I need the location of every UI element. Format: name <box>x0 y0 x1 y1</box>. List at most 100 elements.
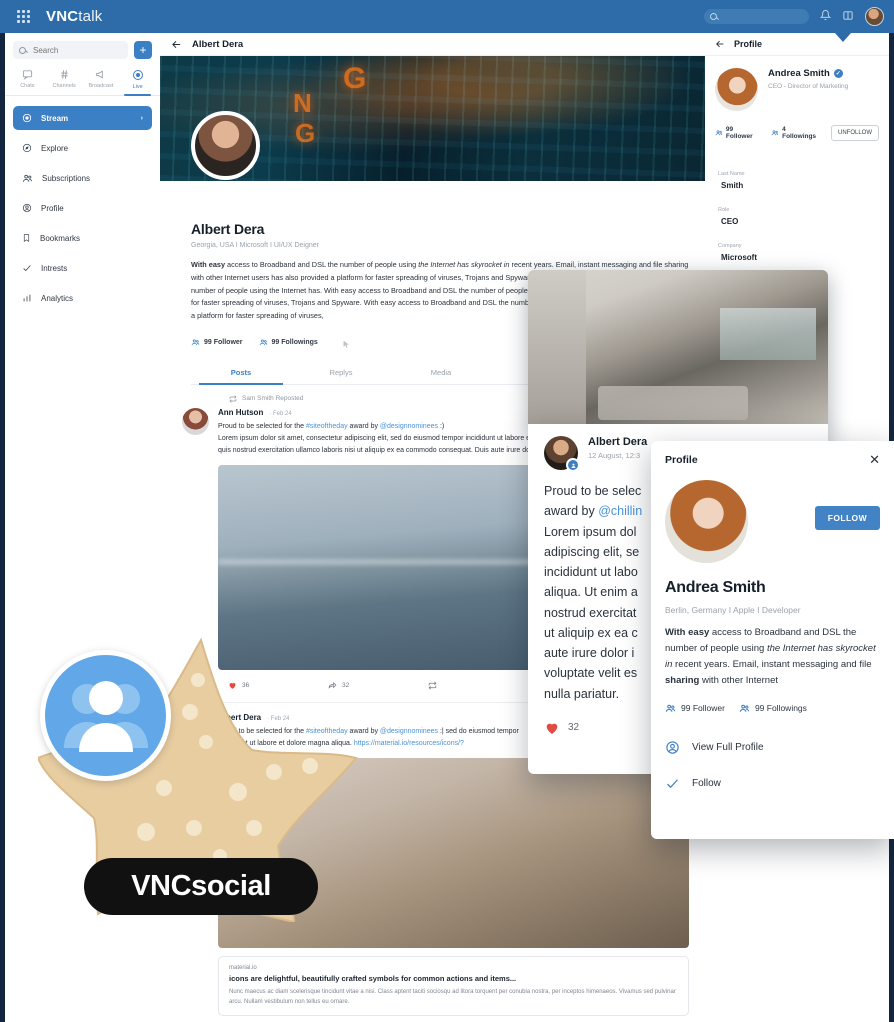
search-input[interactable] <box>31 44 122 56</box>
add-button[interactable]: + <box>134 41 152 59</box>
sidebar-item-subscriptions[interactable]: Subscriptions <box>13 166 152 190</box>
sidebar-item-analytics[interactable]: Analytics <box>13 286 152 310</box>
avatar[interactable] <box>715 68 758 111</box>
hashtag-link[interactable]: #siteoftheday <box>306 728 348 735</box>
arrow-left-icon[interactable] <box>171 39 182 50</box>
field-label: Last Name <box>718 171 745 177</box>
tab-replys[interactable]: Replys <box>291 362 391 384</box>
mention-link[interactable]: @chillin <box>598 504 642 518</box>
user-badge-icon <box>566 458 580 472</box>
post-author[interactable]: Albert Dera <box>218 713 261 722</box>
mention-link[interactable]: @designnominees <box>380 423 438 430</box>
follow-button[interactable]: FOLLOW <box>814 506 880 530</box>
stream-icon <box>22 113 32 123</box>
tab-posts[interactable]: Posts <box>191 362 291 385</box>
post-text-line: nulla pariatur. <box>544 686 620 701</box>
external-link[interactable]: https://material.io/resources/icons/? <box>354 740 464 747</box>
bio-part-3: with other Internet <box>699 674 778 686</box>
post-avatar[interactable] <box>182 407 209 435</box>
user-avatar[interactable] <box>865 7 884 26</box>
layout-panel-icon[interactable] <box>842 8 854 26</box>
profile-popup-bio: With easy access to Broadband and DSL th… <box>665 625 880 689</box>
people-icon <box>715 130 723 136</box>
people-icon <box>191 339 200 345</box>
hash-icon <box>60 70 68 79</box>
bell-icon[interactable] <box>819 8 832 26</box>
segtab-chats[interactable]: Chats <box>9 65 46 95</box>
top-bar: VNCtalk <box>0 0 894 33</box>
field-role: Role CEO <box>718 207 879 226</box>
followings-stat[interactable]: 99 Followings <box>259 338 318 347</box>
share-action[interactable]: 32 <box>328 681 428 690</box>
mouse-cursor-icon <box>342 337 351 348</box>
followers-stat[interactable]: 99 Follower <box>191 338 243 347</box>
right-panel-header: Profile <box>705 33 889 56</box>
segtab-broadcast[interactable]: Broadcast <box>83 65 120 95</box>
live-icon <box>132 70 143 80</box>
unfollow-button[interactable]: UNFOLLOW <box>830 125 879 141</box>
menu-item-view-full-profile[interactable]: View Full Profile <box>665 730 880 766</box>
post-text-part: Proud to be selected for the <box>218 727 306 735</box>
link-description: Nunc maecus ac diam scelerisque tincidun… <box>229 988 676 1006</box>
sidebar-item-label: Explore <box>41 143 69 153</box>
avatar[interactable] <box>544 436 580 472</box>
search-input-wrap[interactable] <box>13 41 128 59</box>
followers-stat[interactable]: 99 Follower <box>715 126 761 140</box>
post-text-line: aute irure dolor i <box>544 646 635 660</box>
people-icon <box>259 339 267 345</box>
global-search-input[interactable] <box>704 9 809 24</box>
like-action[interactable]: 32 <box>544 720 654 736</box>
sidebar-item-intrests[interactable]: Intrests <box>13 256 152 280</box>
segtab-channels[interactable]: Channels <box>46 65 83 95</box>
right-panel-fields: Last Name Smith Role CEO Company Microso… <box>705 141 889 262</box>
arrow-left-icon[interactable] <box>715 39 725 49</box>
post-text-line: award by <box>544 504 599 519</box>
apps-grid-icon[interactable] <box>8 10 38 23</box>
segtab-label: Broadcast <box>88 83 114 89</box>
post-text-line: voluptate velit es <box>544 666 638 681</box>
segtab-label: Live <box>132 84 143 90</box>
user-role: CEO - Director of Marketing <box>768 83 849 90</box>
profile-popup-title: Profile <box>665 453 698 466</box>
field-company: Company Microsoft <box>718 243 879 262</box>
heart-icon <box>229 682 236 689</box>
sidebar-item-label: Subscriptions <box>42 173 91 183</box>
post-popup-image[interactable] <box>528 270 828 430</box>
followers-stat[interactable]: 99 Follower <box>665 703 725 714</box>
post-avatar[interactable] <box>182 712 209 740</box>
bio-part-2: recent years. Email, instant messaging a… <box>672 658 872 670</box>
tab-media[interactable]: Media <box>391 362 491 384</box>
followings-stat[interactable]: 4 Followings <box>771 126 821 140</box>
segtab-live[interactable]: Live <box>119 65 156 96</box>
like-action[interactable]: 36 <box>228 681 328 690</box>
menu-item-follow[interactable]: Follow <box>665 766 880 802</box>
profile-popup-menu: View Full Profile Follow <box>665 730 880 802</box>
post-media-image[interactable] <box>218 757 689 948</box>
compass-icon <box>22 143 32 153</box>
sidebar-item-bookmarks[interactable]: Bookmarks <box>13 226 152 250</box>
vncsocial-label: VNCsocial <box>84 858 318 915</box>
field-value: CEO <box>721 217 739 226</box>
repost-action[interactable] <box>428 681 528 690</box>
dropdown-caret <box>835 33 851 42</box>
bookmark-icon <box>23 234 30 243</box>
followings-stat[interactable]: 99 Followings <box>739 703 807 714</box>
sidebar-item-stream[interactable]: Stream › <box>13 106 152 130</box>
search-icon <box>710 13 717 20</box>
user-name-text: Andrea Smith <box>768 68 830 79</box>
sidebar-item-explore[interactable]: Explore <box>13 136 152 160</box>
sidebar-item-profile[interactable]: Profile <box>13 196 152 220</box>
post-author: Albert Dera <box>588 436 648 448</box>
close-icon[interactable]: ✕ <box>869 453 880 466</box>
avatar[interactable] <box>191 111 260 180</box>
hashtag-link[interactable]: #siteoftheday <box>306 423 348 430</box>
link-preview-card[interactable]: material.io icons are delightful, beauti… <box>218 955 689 1017</box>
main-header: Albert Dera <box>160 33 706 56</box>
page-title: Albert Dera <box>192 38 244 50</box>
people-group-icon <box>40 650 171 781</box>
avatar[interactable] <box>665 480 748 563</box>
mention-link[interactable]: @designnominees <box>380 728 438 735</box>
repost-label: Sam Smith Reposted <box>242 395 304 403</box>
post-author[interactable]: Ann Hutson <box>218 408 263 417</box>
post-text-line: ut aliquip ex ea c <box>544 625 638 640</box>
